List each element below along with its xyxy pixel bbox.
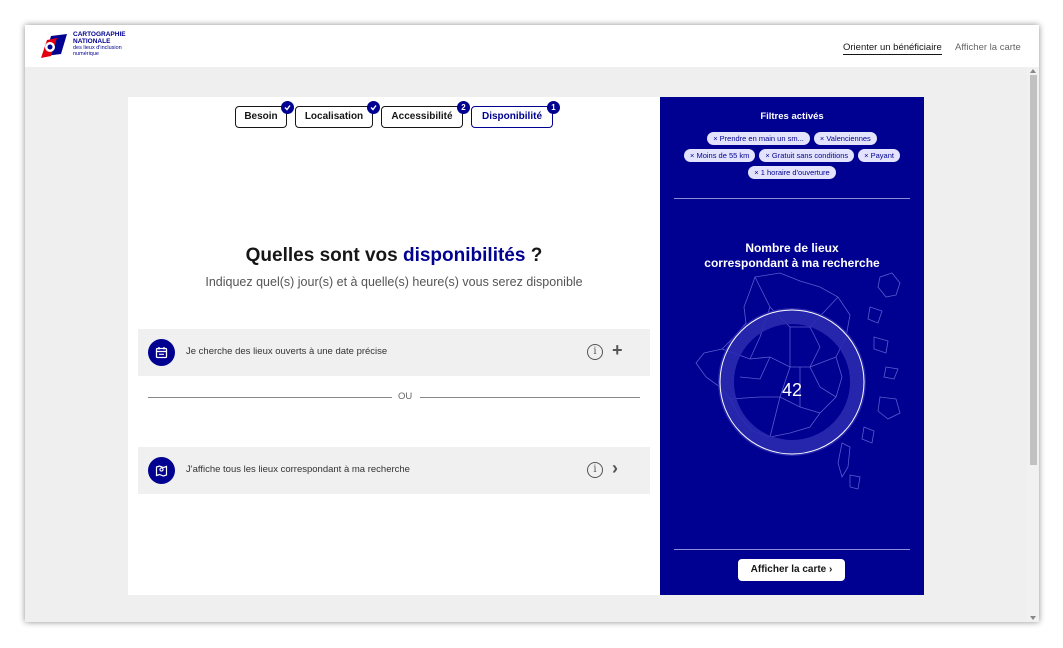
page-subtitle: Indiquez quel(s) jour(s) et à quelle(s) …: [205, 275, 583, 289]
active-filters: × Prendre en main un sm... × Valencienne…: [678, 132, 906, 179]
plus-icon[interactable]: +: [612, 340, 623, 361]
filter-chip[interactable]: × Moins de 55 km: [684, 149, 756, 162]
step-complete-badge: [367, 101, 380, 114]
filter-chip[interactable]: × Prendre en main un sm...: [707, 132, 810, 145]
chevron-right-icon[interactable]: ›: [612, 458, 618, 479]
step-label: Besoin: [244, 111, 278, 122]
step-label: Accessibilité: [391, 111, 453, 122]
panel-divider-bottom: [674, 549, 910, 550]
or-divider: OU: [148, 391, 640, 403]
option-label: Je cherche des lieux ouverts à une date …: [186, 346, 388, 357]
logo-line-1: CARTOGRAPHIE: [73, 31, 126, 38]
nav-orienter-beneficiaire[interactable]: Orienter un bénéficiaire: [843, 42, 942, 55]
option-label: J'affiche tous les lieux correspondant à…: [186, 464, 410, 475]
step-localisation[interactable]: Localisation: [295, 101, 380, 128]
option-specific-date[interactable]: Je cherche des lieux ouverts à une date …: [138, 329, 650, 376]
step-label: Localisation: [304, 111, 364, 122]
step-complete-badge: [281, 101, 294, 114]
step-besoin[interactable]: Besoin: [235, 101, 294, 128]
filter-chip[interactable]: × Gratuit sans conditions: [759, 149, 855, 162]
map-pin-icon: [148, 457, 175, 484]
info-icon[interactable]: i: [587, 344, 603, 360]
divider-label: OU: [398, 391, 413, 402]
step-accessibilite[interactable]: Accessibilité 2: [381, 101, 470, 128]
results-panel: Filtres activés × Prendre en main un sm.…: [660, 97, 924, 595]
logo-line-2: NATIONALE: [73, 38, 111, 45]
steps-nav: Besoin Localisation Accessibilité 2 Disp…: [128, 101, 660, 130]
title-highlight: disponibilités: [402, 245, 526, 266]
divider-line-right: [420, 397, 640, 398]
logo-line-4: numérique: [73, 51, 99, 57]
site-logo[interactable]: CARTOGRAPHIE NATIONALE des lieux d'inclu…: [39, 30, 149, 64]
panel-divider-top: [674, 198, 910, 199]
site-header: CARTOGRAPHIE NATIONALE des lieux d'inclu…: [25, 25, 1039, 67]
results-count: 42: [781, 380, 803, 400]
info-icon[interactable]: i: [587, 462, 603, 478]
calendar-icon: [148, 339, 175, 366]
count-title-line-1: Nombre de lieux: [745, 241, 839, 255]
step-label: Disponibilité: [482, 111, 542, 122]
title-suffix: ?: [530, 245, 543, 266]
scrollbar-thumb[interactable]: [1030, 75, 1037, 465]
logo-text: CARTOGRAPHIE NATIONALE des lieux d'inclu…: [73, 31, 126, 57]
filter-chip[interactable]: × 1 horaire d'ouverture: [748, 166, 836, 179]
step-count-badge: 1: [547, 101, 560, 114]
option-all-places[interactable]: J'affiche tous les lieux correspondant à…: [138, 447, 650, 494]
step-count-badge: 2: [457, 101, 470, 114]
question-card: Besoin Localisation Accessibilité 2 Disp…: [128, 97, 660, 595]
filter-chip[interactable]: × Payant: [858, 149, 900, 162]
check-icon: [370, 105, 377, 111]
scroll-up-icon[interactable]: [1030, 69, 1036, 73]
scrollbar[interactable]: [1027, 67, 1039, 622]
scroll-down-icon[interactable]: [1030, 616, 1036, 620]
page-title: Quelles sont vos disponibilités ?: [128, 245, 660, 267]
title-prefix: Quelles sont vos: [245, 245, 398, 266]
logo-icon: [41, 34, 67, 58]
divider-line-left: [148, 397, 392, 398]
check-icon: [284, 105, 291, 111]
filters-title: Filtres activés: [760, 111, 824, 122]
step-disponibilite[interactable]: Disponibilité 1: [471, 101, 560, 128]
filter-chip[interactable]: × Valenciennes: [813, 132, 877, 145]
nav-afficher-carte[interactable]: Afficher la carte: [955, 42, 1021, 53]
show-map-button[interactable]: Afficher la carte ›: [738, 559, 845, 581]
browser-viewport: CARTOGRAPHIE NATIONALE des lieux d'inclu…: [25, 25, 1039, 622]
